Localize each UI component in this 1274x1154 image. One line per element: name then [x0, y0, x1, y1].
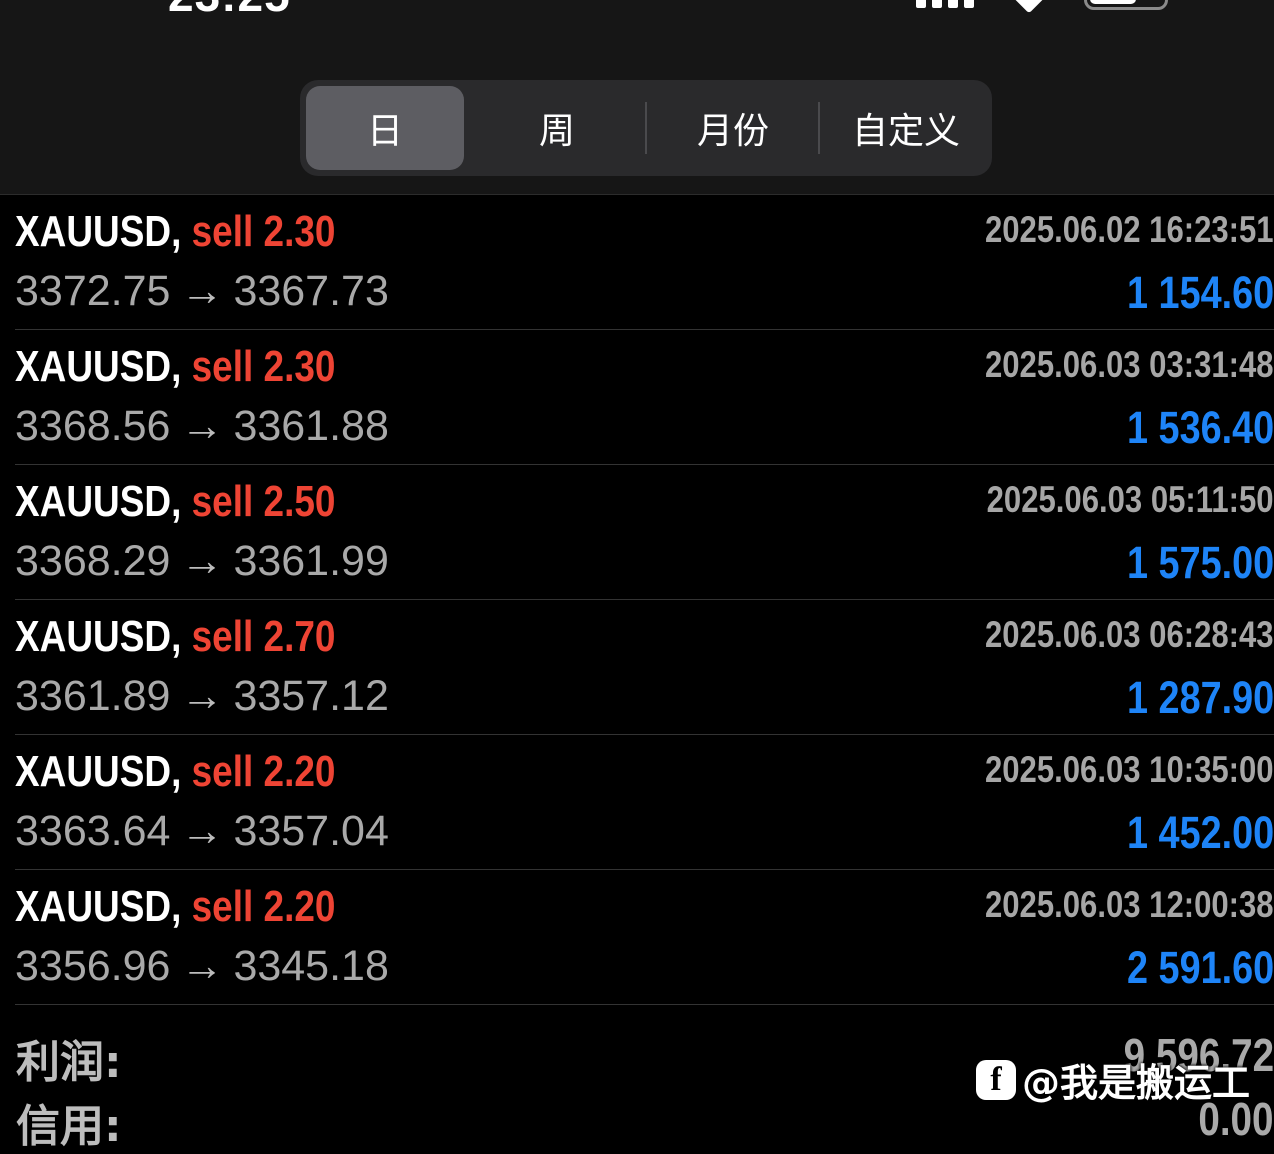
segment-month[interactable]: 月份	[648, 86, 818, 170]
watermark-text: @我是搬运工	[1022, 1061, 1251, 1105]
arrow-right-icon: →	[180, 672, 224, 720]
trade-prices: 3368.56 → 3361.88	[15, 402, 389, 451]
trade-profit: 1 154.60	[1126, 267, 1274, 318]
arrow-right-icon: →	[180, 267, 224, 315]
close-price: 3361.88	[233, 402, 389, 450]
symbol-name: XAUUSD,	[15, 747, 182, 796]
trade-row[interactable]: XAUUSD, sell 2.50 2025.06.03 05:11:50 33…	[15, 465, 1274, 600]
trade-symbol: XAUUSD, sell 2.20	[15, 882, 335, 932]
open-price: 3363.64	[15, 807, 171, 855]
trade-profit: 1 287.90	[1126, 672, 1274, 723]
trade-time: 2025.06.03 06:28:43	[985, 614, 1274, 655]
trade-side-volume: sell 2.20	[191, 747, 336, 796]
segment-week[interactable]: 周	[472, 86, 642, 170]
close-price: 3357.04	[233, 807, 389, 855]
trade-symbol: XAUUSD, sell 2.50	[15, 477, 335, 527]
trade-symbol: XAUUSD, sell 2.30	[15, 207, 335, 257]
open-price: 3368.56	[15, 402, 171, 450]
trade-prices: 3368.29 → 3361.99	[15, 537, 389, 586]
trade-symbol: XAUUSD, sell 2.70	[15, 612, 335, 662]
credit-label: 信用:	[16, 1101, 122, 1152]
status-time: 23:25	[168, 0, 291, 22]
symbol-name: XAUUSD,	[15, 882, 182, 931]
trade-time: 2025.06.03 05:11:50	[987, 479, 1274, 520]
watermark: f @我是搬运工	[976, 1052, 1250, 1107]
arrow-right-icon: →	[180, 537, 224, 585]
close-price: 3367.73	[233, 267, 389, 315]
trade-time: 2025.06.03 12:00:38	[985, 884, 1274, 925]
trade-row[interactable]: XAUUSD, sell 2.20 2025.06.03 10:35:00 33…	[15, 735, 1274, 870]
open-price: 3361.89	[15, 672, 171, 720]
trade-prices: 3372.75 → 3367.73	[15, 267, 389, 316]
trade-side-volume: sell 2.20	[191, 882, 336, 931]
trade-symbol: XAUUSD, sell 2.30	[15, 342, 335, 392]
arrow-right-icon: →	[180, 402, 224, 450]
trade-row[interactable]: XAUUSD, sell 2.30 2025.06.02 16:23:51 33…	[15, 195, 1274, 330]
trade-profit: 1 575.00	[1126, 537, 1274, 588]
trade-time: 2025.06.03 03:31:48	[985, 344, 1274, 385]
facebook-logo-icon: f	[976, 1059, 1016, 1100]
trade-row[interactable]: XAUUSD, sell 2.20 2025.06.03 12:00:38 33…	[15, 870, 1274, 1005]
trade-side-volume: sell 2.50	[191, 477, 336, 526]
open-price: 3372.75	[15, 267, 171, 315]
segment-day[interactable]: 日	[306, 86, 464, 170]
trade-side-volume: sell 2.30	[191, 207, 336, 256]
trade-side-volume: sell 2.30	[191, 342, 336, 391]
segment-divider	[645, 102, 647, 154]
symbol-name: XAUUSD,	[15, 207, 182, 256]
wifi-icon	[1010, 0, 1048, 14]
close-price: 3361.99	[233, 537, 389, 585]
open-price: 3356.96	[15, 942, 171, 990]
trade-profit: 1 536.40	[1126, 402, 1274, 453]
segment-custom[interactable]: 自定义	[821, 86, 991, 170]
trade-profit: 1 452.00	[1126, 807, 1274, 858]
trade-prices: 3363.64 → 3357.04	[15, 807, 389, 856]
trade-time: 2025.06.03 10:35:00	[985, 749, 1274, 790]
symbol-name: XAUUSD,	[15, 342, 182, 391]
profit-label: 利润:	[16, 1037, 122, 1088]
trade-prices: 3361.89 → 3357.12	[15, 672, 389, 721]
segment-divider	[818, 102, 820, 154]
trade-time: 2025.06.02 16:23:51	[985, 209, 1274, 250]
trade-side-volume: sell 2.70	[191, 612, 336, 661]
close-price: 3345.18	[233, 942, 389, 990]
trade-row[interactable]: XAUUSD, sell 2.70 2025.06.03 06:28:43 33…	[15, 600, 1274, 735]
arrow-right-icon: →	[180, 942, 224, 990]
period-segmented-control: 日 周 月份 自定义	[300, 80, 992, 176]
open-price: 3368.29	[15, 537, 171, 585]
header: 23:25 日 周 月份 自定义	[0, 0, 1274, 195]
close-price: 3357.12	[233, 672, 389, 720]
trade-symbol: XAUUSD, sell 2.20	[15, 747, 335, 797]
battery-icon	[1084, 0, 1168, 10]
symbol-name: XAUUSD,	[15, 477, 182, 526]
trade-prices: 3356.96 → 3345.18	[15, 942, 389, 991]
arrow-right-icon: →	[180, 807, 224, 855]
trade-profit: 2 591.60	[1126, 942, 1274, 993]
cellular-signal-icon	[916, 0, 974, 8]
trade-row[interactable]: XAUUSD, sell 2.30 2025.06.03 03:31:48 33…	[15, 330, 1274, 465]
symbol-name: XAUUSD,	[15, 612, 182, 661]
